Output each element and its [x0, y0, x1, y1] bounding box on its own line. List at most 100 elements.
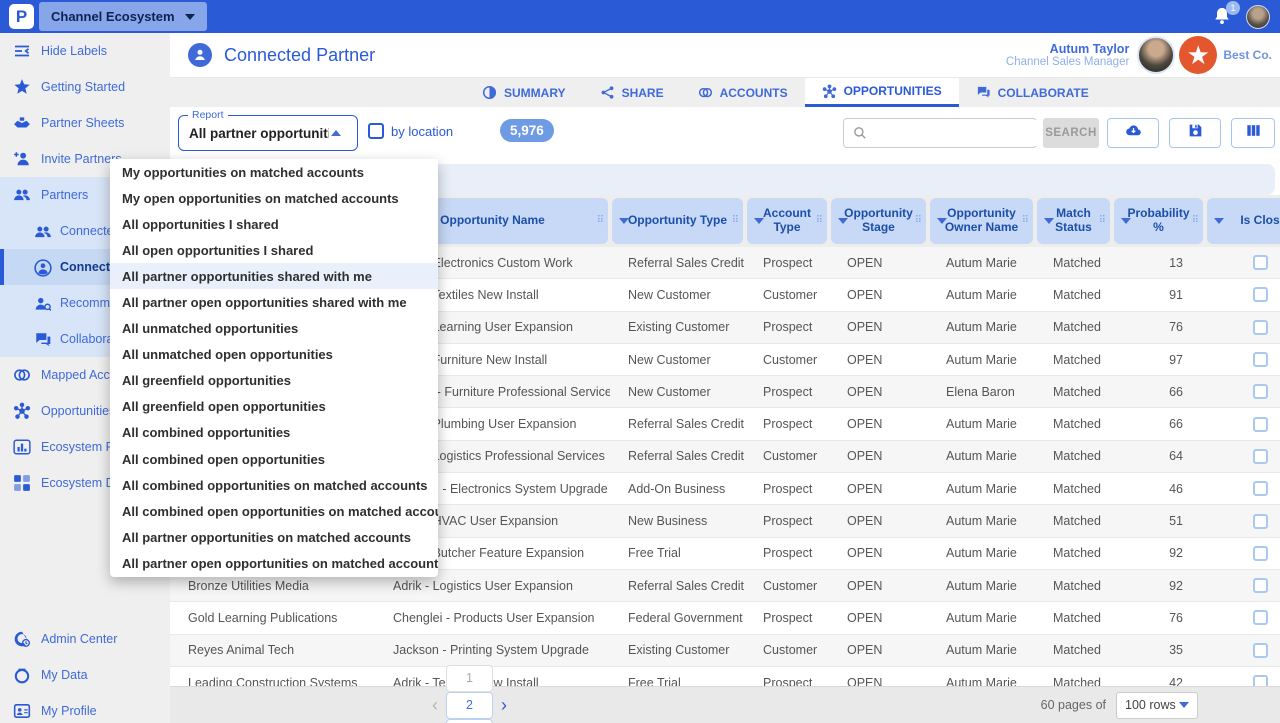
column-header[interactable]: Probability % ⠿	[1112, 195, 1205, 247]
notifications-button[interactable]: 1	[1212, 0, 1240, 28]
report-menu-item[interactable]: All combined opportunities	[110, 420, 438, 446]
report-menu-item[interactable]: All partner opportunities shared with me	[110, 263, 438, 290]
report-menu-item[interactable]: All greenfield opportunities	[110, 368, 438, 394]
cell-probability: 42	[1169, 675, 1183, 687]
search-box[interactable]	[843, 118, 1049, 148]
page-button[interactable]: 1	[446, 664, 493, 692]
is-closed-checkbox[interactable]	[1252, 610, 1268, 626]
cell-match-status: Matched	[1053, 417, 1101, 432]
sidebar-item-admin-center[interactable]: Admin Center	[0, 621, 170, 657]
columns-button[interactable]	[1231, 118, 1275, 148]
report-menu-item[interactable]: All open opportunities I shared	[110, 237, 438, 263]
next-page-chevron-icon[interactable]: ›	[501, 696, 507, 714]
filter-caret-icon	[754, 218, 764, 224]
cell-account-name: Gold Learning Publications	[188, 610, 338, 625]
report-menu-item[interactable]: My opportunities on matched accounts	[110, 159, 438, 185]
column-header[interactable]: Opportunity Stage ⠿	[829, 195, 928, 247]
table-row[interactable]: Leading Construction Systems Adrik - Tex…	[170, 666, 1280, 687]
is-closed-checkbox[interactable]	[1252, 319, 1268, 335]
is-closed-checkbox[interactable]	[1252, 352, 1268, 368]
drag-grip-icon[interactable]: ⠿	[597, 216, 604, 226]
tab-opportunities[interactable]: OPPORTUNITIES	[804, 78, 959, 107]
cell-opportunity-stage: OPEN	[847, 514, 883, 529]
cell-owner-name: Autum Marie	[946, 352, 1017, 367]
sidebar-item-getting-started[interactable]: Getting Started	[0, 69, 170, 105]
page-button[interactable]: 2	[446, 691, 493, 719]
workspace-label: Channel Ecosystem	[51, 9, 175, 24]
report-menu-item[interactable]: All greenfield open opportunities	[110, 394, 438, 420]
save-button[interactable]	[1169, 118, 1221, 148]
is-closed-checkbox[interactable]	[1252, 642, 1268, 658]
report-menu-item[interactable]: All opportunities I shared	[110, 211, 438, 237]
report-menu-item[interactable]: All unmatched opportunities	[110, 316, 438, 342]
sidebar-item-my-data[interactable]: My Data	[0, 657, 170, 693]
drag-grip-icon[interactable]: ⠿	[1099, 216, 1106, 226]
tab-collaborate[interactable]: COLLABORATE	[959, 78, 1106, 107]
table-row[interactable]: Reyes Animal Tech Jackson - Printing Sys…	[170, 634, 1280, 667]
checkbox[interactable]	[368, 123, 384, 139]
cell-is-closed	[1205, 408, 1280, 439]
is-closed-checkbox[interactable]	[1252, 513, 1268, 529]
cell-is-closed	[1205, 441, 1280, 472]
table-row[interactable]: Gold Learning Publications Chenglei - Pr…	[170, 602, 1280, 635]
column-header[interactable]: Account Type ⠿	[745, 195, 829, 247]
search-input[interactable]	[873, 120, 1049, 146]
cell-probability: 46	[1169, 481, 1183, 496]
cell-probability: 13	[1169, 255, 1183, 270]
drag-grip-icon[interactable]: ⠿	[915, 216, 922, 226]
is-closed-checkbox[interactable]	[1252, 578, 1268, 594]
is-closed-checkbox[interactable]	[1252, 545, 1268, 561]
prev-page-chevron-icon[interactable]: ‹	[432, 696, 438, 714]
page-header: Connected Partner Autum Taylor Channel S…	[170, 33, 1280, 78]
export-button[interactable]	[1107, 118, 1159, 148]
bar-chart-icon	[13, 438, 31, 456]
cell-owner-name: Autum Marie	[946, 287, 1017, 302]
tab-share[interactable]: SHARE	[583, 78, 681, 107]
report-select[interactable]: Report All partner opportuniti...	[178, 109, 358, 151]
is-closed-checkbox[interactable]	[1252, 675, 1268, 686]
report-menu-item[interactable]: All partner opportunities on matched acc…	[110, 524, 438, 550]
cell-opportunity-stage: OPEN	[847, 610, 883, 625]
search-button[interactable]: SEARCH	[1043, 118, 1099, 148]
sidebar-item-partner-sheets[interactable]: Partner Sheets	[0, 105, 170, 141]
workspace-selector[interactable]: Channel Ecosystem	[39, 2, 207, 31]
report-menu-item[interactable]: All partner open opportunities on matche…	[110, 550, 438, 576]
column-header[interactable]: Opportunity Type ⠿	[610, 195, 745, 247]
by-location-checkbox[interactable]: by location	[368, 123, 453, 139]
report-menu-item[interactable]: All unmatched open opportunities	[110, 342, 438, 368]
cell-match-status: Matched	[1053, 546, 1101, 561]
cell-is-closed	[1205, 635, 1280, 666]
report-menu-item[interactable]: All combined open opportunities on match…	[110, 498, 438, 524]
is-closed-checkbox[interactable]	[1252, 448, 1268, 464]
is-closed-checkbox[interactable]	[1252, 481, 1268, 497]
tab-summary[interactable]: SUMMARY	[465, 78, 583, 107]
report-menu-item[interactable]: All combined opportunities on matched ac…	[110, 472, 438, 498]
column-header[interactable]: Is Clos ⠿	[1205, 195, 1280, 247]
tab-accounts[interactable]: ACCOUNTS	[681, 78, 805, 107]
cell-opportunity-stage: OPEN	[847, 255, 883, 270]
drag-grip-icon[interactable]: ⠿	[816, 216, 823, 226]
drag-grip-icon[interactable]: ⠿	[732, 216, 739, 226]
user-avatar[interactable]	[1246, 4, 1270, 29]
drag-grip-icon[interactable]: ⠿	[1022, 216, 1029, 226]
rows-per-page-select[interactable]: 100 rows	[1116, 691, 1198, 719]
app-logo: P	[9, 4, 34, 29]
is-closed-checkbox[interactable]	[1252, 287, 1268, 303]
sidebar-item-my-profile[interactable]: My Profile	[0, 693, 170, 723]
report-menu-item[interactable]: My open opportunities on matched account…	[110, 185, 438, 211]
is-closed-checkbox[interactable]	[1252, 416, 1268, 432]
report-menu-item[interactable]: All combined open opportunities	[110, 446, 438, 472]
cell-match-status: Matched	[1053, 643, 1101, 658]
page-button[interactable]: 3	[446, 718, 493, 723]
drag-grip-icon[interactable]: ⠿	[1192, 216, 1199, 226]
column-header[interactable]: Match Status ⠿	[1035, 195, 1112, 247]
is-closed-checkbox[interactable]	[1252, 255, 1268, 271]
is-closed-checkbox[interactable]	[1252, 384, 1268, 400]
column-header[interactable]: Opportunity Owner Name ⠿	[928, 195, 1035, 247]
report-menu-item[interactable]: All partner open opportunities shared wi…	[110, 289, 438, 315]
person-circle-icon	[34, 259, 52, 277]
sidebar-item-hide-labels[interactable]: Hide Labels	[0, 33, 170, 69]
cell-opportunity-type: Existing Customer	[628, 643, 730, 658]
collapse-menu-icon	[13, 42, 31, 60]
user-photo-avatar[interactable]	[1137, 36, 1176, 74]
